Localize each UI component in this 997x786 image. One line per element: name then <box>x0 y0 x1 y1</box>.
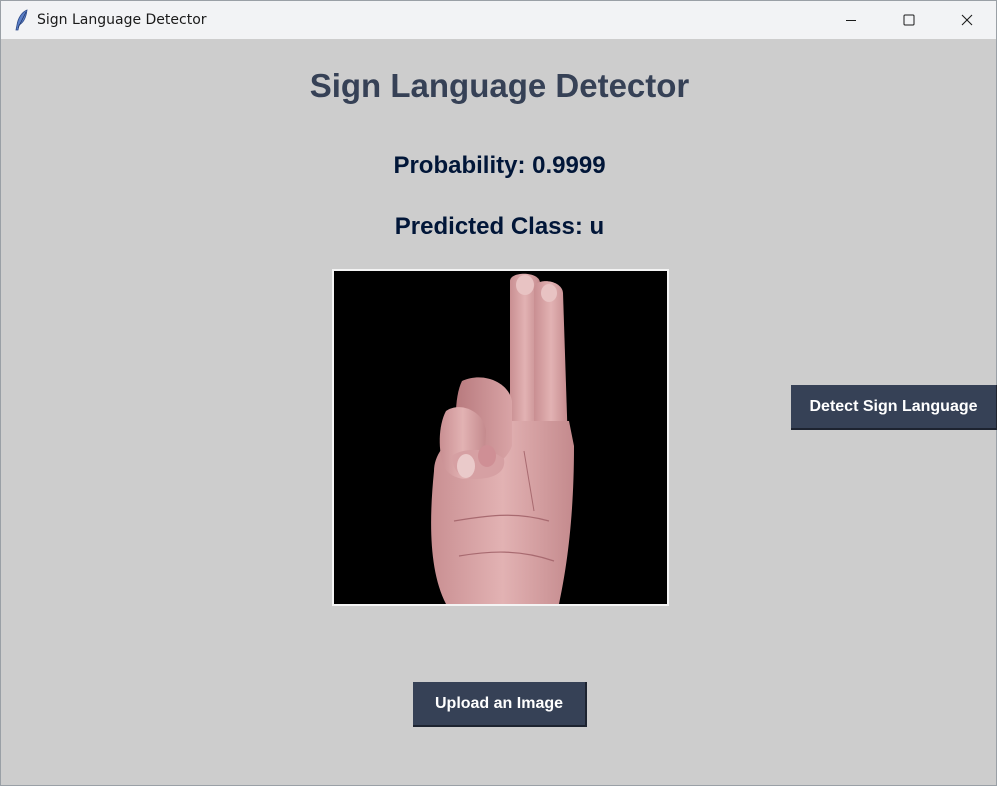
hand-sign-image <box>334 271 667 604</box>
window-controls <box>822 1 996 39</box>
predicted-class-label: Predicted Class: u <box>394 213 605 240</box>
minimize-icon <box>846 20 856 21</box>
title-bar[interactable]: Sign Language Detector <box>1 1 996 39</box>
detect-sign-language-button[interactable]: Detect Sign Language <box>791 385 997 430</box>
window-title: Sign Language Detector <box>37 12 207 28</box>
close-icon <box>961 14 973 26</box>
minimize-button[interactable] <box>822 1 880 39</box>
maximize-icon <box>903 14 915 26</box>
upload-image-button[interactable]: Upload an Image <box>413 682 587 727</box>
maximize-button[interactable] <box>880 1 938 39</box>
app-window: Sign Language Detector Sign Language Det… <box>0 0 997 786</box>
page-title: Sign Language Detector <box>309 67 690 104</box>
feather-icon <box>11 9 33 31</box>
probability-label: Probability: 0.9999 <box>393 152 606 179</box>
uploaded-image <box>332 269 669 606</box>
main-content: Sign Language Detector Probability: 0.99… <box>1 39 997 785</box>
close-button[interactable] <box>938 1 996 39</box>
